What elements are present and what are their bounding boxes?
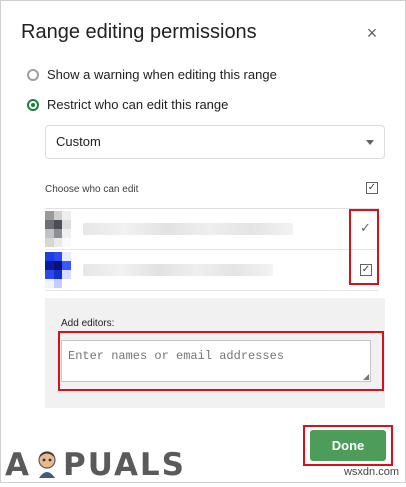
highlight-box-done: [303, 425, 393, 466]
editor-row: ✓: [45, 209, 379, 250]
appuals-watermark: A PUALS: [5, 447, 186, 483]
avatar: [45, 211, 71, 247]
option-show-warning[interactable]: Show a warning when editing this range: [27, 67, 277, 82]
option-restrict[interactable]: Restrict who can edit this range: [27, 97, 228, 112]
editor-name-blurred: [83, 264, 273, 276]
close-icon[interactable]: ×: [362, 23, 382, 43]
site-watermark: wsxdn.com: [343, 466, 399, 478]
select-all-checkbox[interactable]: ✓: [366, 182, 378, 194]
editor-row: ✓: [45, 250, 379, 291]
highlight-box-checkboxes: [349, 209, 379, 285]
option-show-warning-label: Show a warning when editing this range: [47, 67, 277, 82]
checkmark-icon: ✓: [367, 182, 377, 193]
radio-restrict[interactable]: [27, 98, 39, 111]
permission-select-value: Custom: [56, 134, 101, 149]
editor-name-blurred: [83, 223, 293, 235]
permission-select[interactable]: Custom: [45, 125, 385, 159]
option-restrict-label: Restrict who can edit this range: [47, 97, 229, 112]
dialog-title: Range editing permissions: [21, 21, 257, 43]
range-editing-dialog: Range editing permissions × Show a warni…: [0, 0, 406, 483]
choose-editors-label: Choose who can edit: [45, 184, 139, 195]
mascot-icon: [35, 451, 59, 479]
highlight-box-input: [58, 331, 384, 391]
add-editors-label: Add editors:: [61, 318, 115, 329]
watermark-left: A: [5, 447, 31, 483]
chevron-down-icon: [366, 140, 374, 145]
watermark-right: PUALS: [63, 447, 187, 483]
radio-show-warning[interactable]: [27, 68, 39, 81]
editors-list: ✓ ✓: [45, 208, 379, 291]
avatar: [45, 252, 71, 288]
